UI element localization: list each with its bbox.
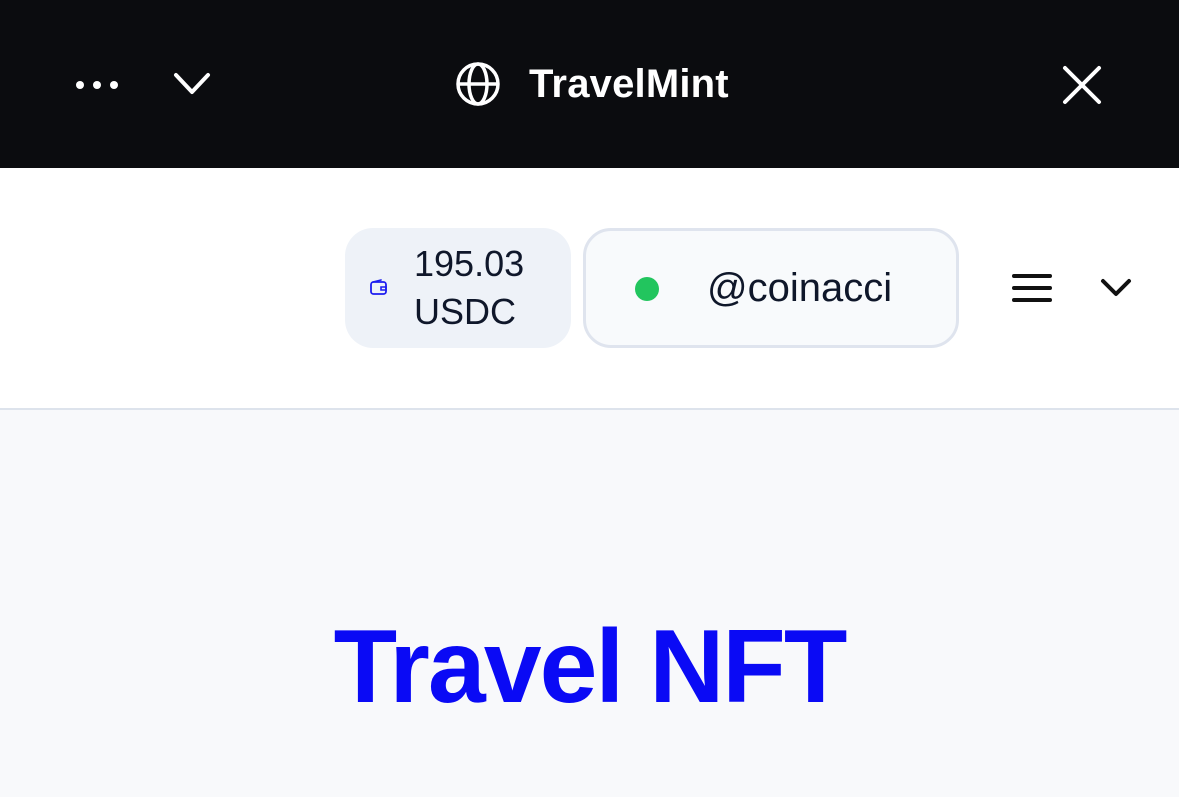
balance-text: 195.03 USDC — [414, 240, 524, 336]
dot — [76, 81, 84, 89]
account-button[interactable]: @coinacci — [583, 228, 959, 348]
more-options-icon[interactable] — [76, 76, 118, 94]
wallet-balance-button[interactable]: 195.03 USDC — [345, 228, 571, 348]
app-title-bar: TravelMint — [0, 0, 1179, 168]
online-status-dot — [635, 277, 659, 301]
chevron-down-icon[interactable] — [172, 66, 212, 102]
hamburger-menu-icon[interactable] — [1010, 270, 1054, 306]
dot — [110, 81, 118, 89]
close-icon[interactable] — [1060, 63, 1104, 107]
chevron-down-icon[interactable] — [1098, 274, 1134, 302]
page-header: 195.03 USDC @coinacci — [0, 168, 1179, 410]
balance-currency: USDC — [414, 291, 517, 332]
wallet-icon — [370, 279, 387, 295]
account-handle: @coinacci — [707, 266, 893, 310]
dot — [93, 81, 101, 89]
app-title: TravelMint — [529, 61, 729, 106]
page-heading: Travel NFT — [333, 609, 848, 725]
main-content: Travel NFT — [0, 410, 1179, 797]
balance-amount: 195.03 — [414, 243, 525, 284]
app-brand: TravelMint — [454, 60, 729, 108]
globe-icon — [456, 62, 500, 106]
